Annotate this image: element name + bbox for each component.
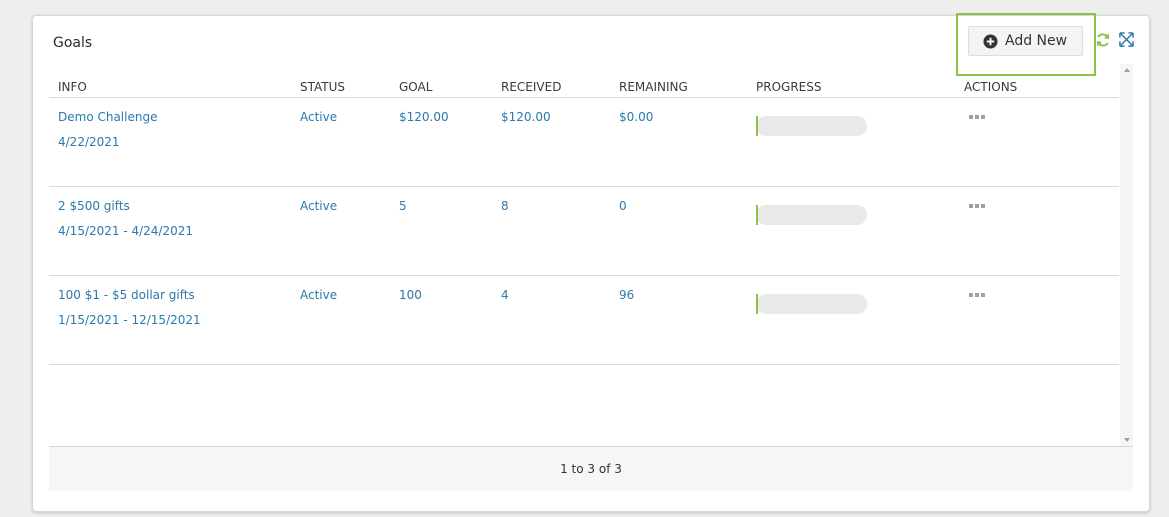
goal-remaining: 96 <box>619 288 635 302</box>
vertical-scrollbar[interactable] <box>1120 64 1133 446</box>
expand-icon[interactable] <box>1119 32 1134 47</box>
goal-dates: 1/15/2021 - 12/15/2021 <box>58 313 201 327</box>
goal-remaining: $0.00 <box>619 110 654 124</box>
goals-panel: Goals Add New INFO STATUS GOAL RECEIVED … <box>32 13 1150 512</box>
column-header-remaining[interactable]: REMAINING <box>619 80 688 94</box>
scroll-up-arrow-icon[interactable] <box>1120 64 1133 76</box>
column-header-info[interactable]: INFO <box>58 80 87 94</box>
goal-name-link[interactable]: Demo Challenge <box>58 110 157 124</box>
table-row: 2 $500 gifts 4/15/2021 - 4/24/2021 Activ… <box>49 187 1119 276</box>
progress-bar <box>756 116 867 136</box>
goal-amount: 100 <box>399 288 422 302</box>
scroll-down-arrow-icon[interactable] <box>1120 434 1133 446</box>
more-dots-icon[interactable] <box>969 115 985 119</box>
goal-received: 8 <box>501 199 509 213</box>
column-header-goal[interactable]: GOAL <box>399 80 432 94</box>
more-dots-icon[interactable] <box>969 204 985 208</box>
pagination-label: 1 to 3 of 3 <box>560 462 622 476</box>
goal-name-link[interactable]: 100 $1 - $5 dollar gifts <box>58 288 195 302</box>
goal-received: 4 <box>501 288 509 302</box>
progress-bar <box>756 294 867 314</box>
column-header-status[interactable]: STATUS <box>300 80 345 94</box>
progress-edge <box>756 116 758 136</box>
column-header-received[interactable]: RECEIVED <box>501 80 561 94</box>
goal-dates: 4/22/2021 <box>58 135 120 149</box>
progress-edge <box>756 294 758 314</box>
table-row: 100 $1 - $5 dollar gifts 1/15/2021 - 12/… <box>49 276 1119 365</box>
refresh-icon[interactable] <box>1095 32 1111 48</box>
add-new-button[interactable]: Add New <box>968 26 1083 56</box>
panel-title: Goals <box>53 35 93 51</box>
pagination-footer: 1 to 3 of 3 <box>49 446 1133 491</box>
goal-amount: $120.00 <box>399 110 449 124</box>
add-new-label: Add New <box>1005 33 1068 49</box>
column-header-actions: ACTIONS <box>964 80 1018 94</box>
goal-received: $120.00 <box>501 110 551 124</box>
goal-dates: 4/15/2021 - 4/24/2021 <box>58 224 194 238</box>
column-header-progress[interactable]: PROGRESS <box>756 80 821 94</box>
goal-status: Active <box>300 110 338 124</box>
goal-status: Active <box>300 288 338 302</box>
goal-amount: 5 <box>399 199 407 213</box>
table-header: INFO STATUS GOAL RECEIVED REMAINING PROG… <box>49 80 1119 98</box>
progress-bar <box>756 205 867 225</box>
goal-remaining: 0 <box>619 199 627 213</box>
table-row: Demo Challenge 4/22/2021 Active $120.00 … <box>49 98 1119 187</box>
progress-edge <box>756 205 758 225</box>
goal-status: Active <box>300 199 338 213</box>
plus-circle-icon <box>983 33 998 49</box>
goal-name-link[interactable]: 2 $500 gifts <box>58 199 130 213</box>
more-dots-icon[interactable] <box>969 293 985 297</box>
